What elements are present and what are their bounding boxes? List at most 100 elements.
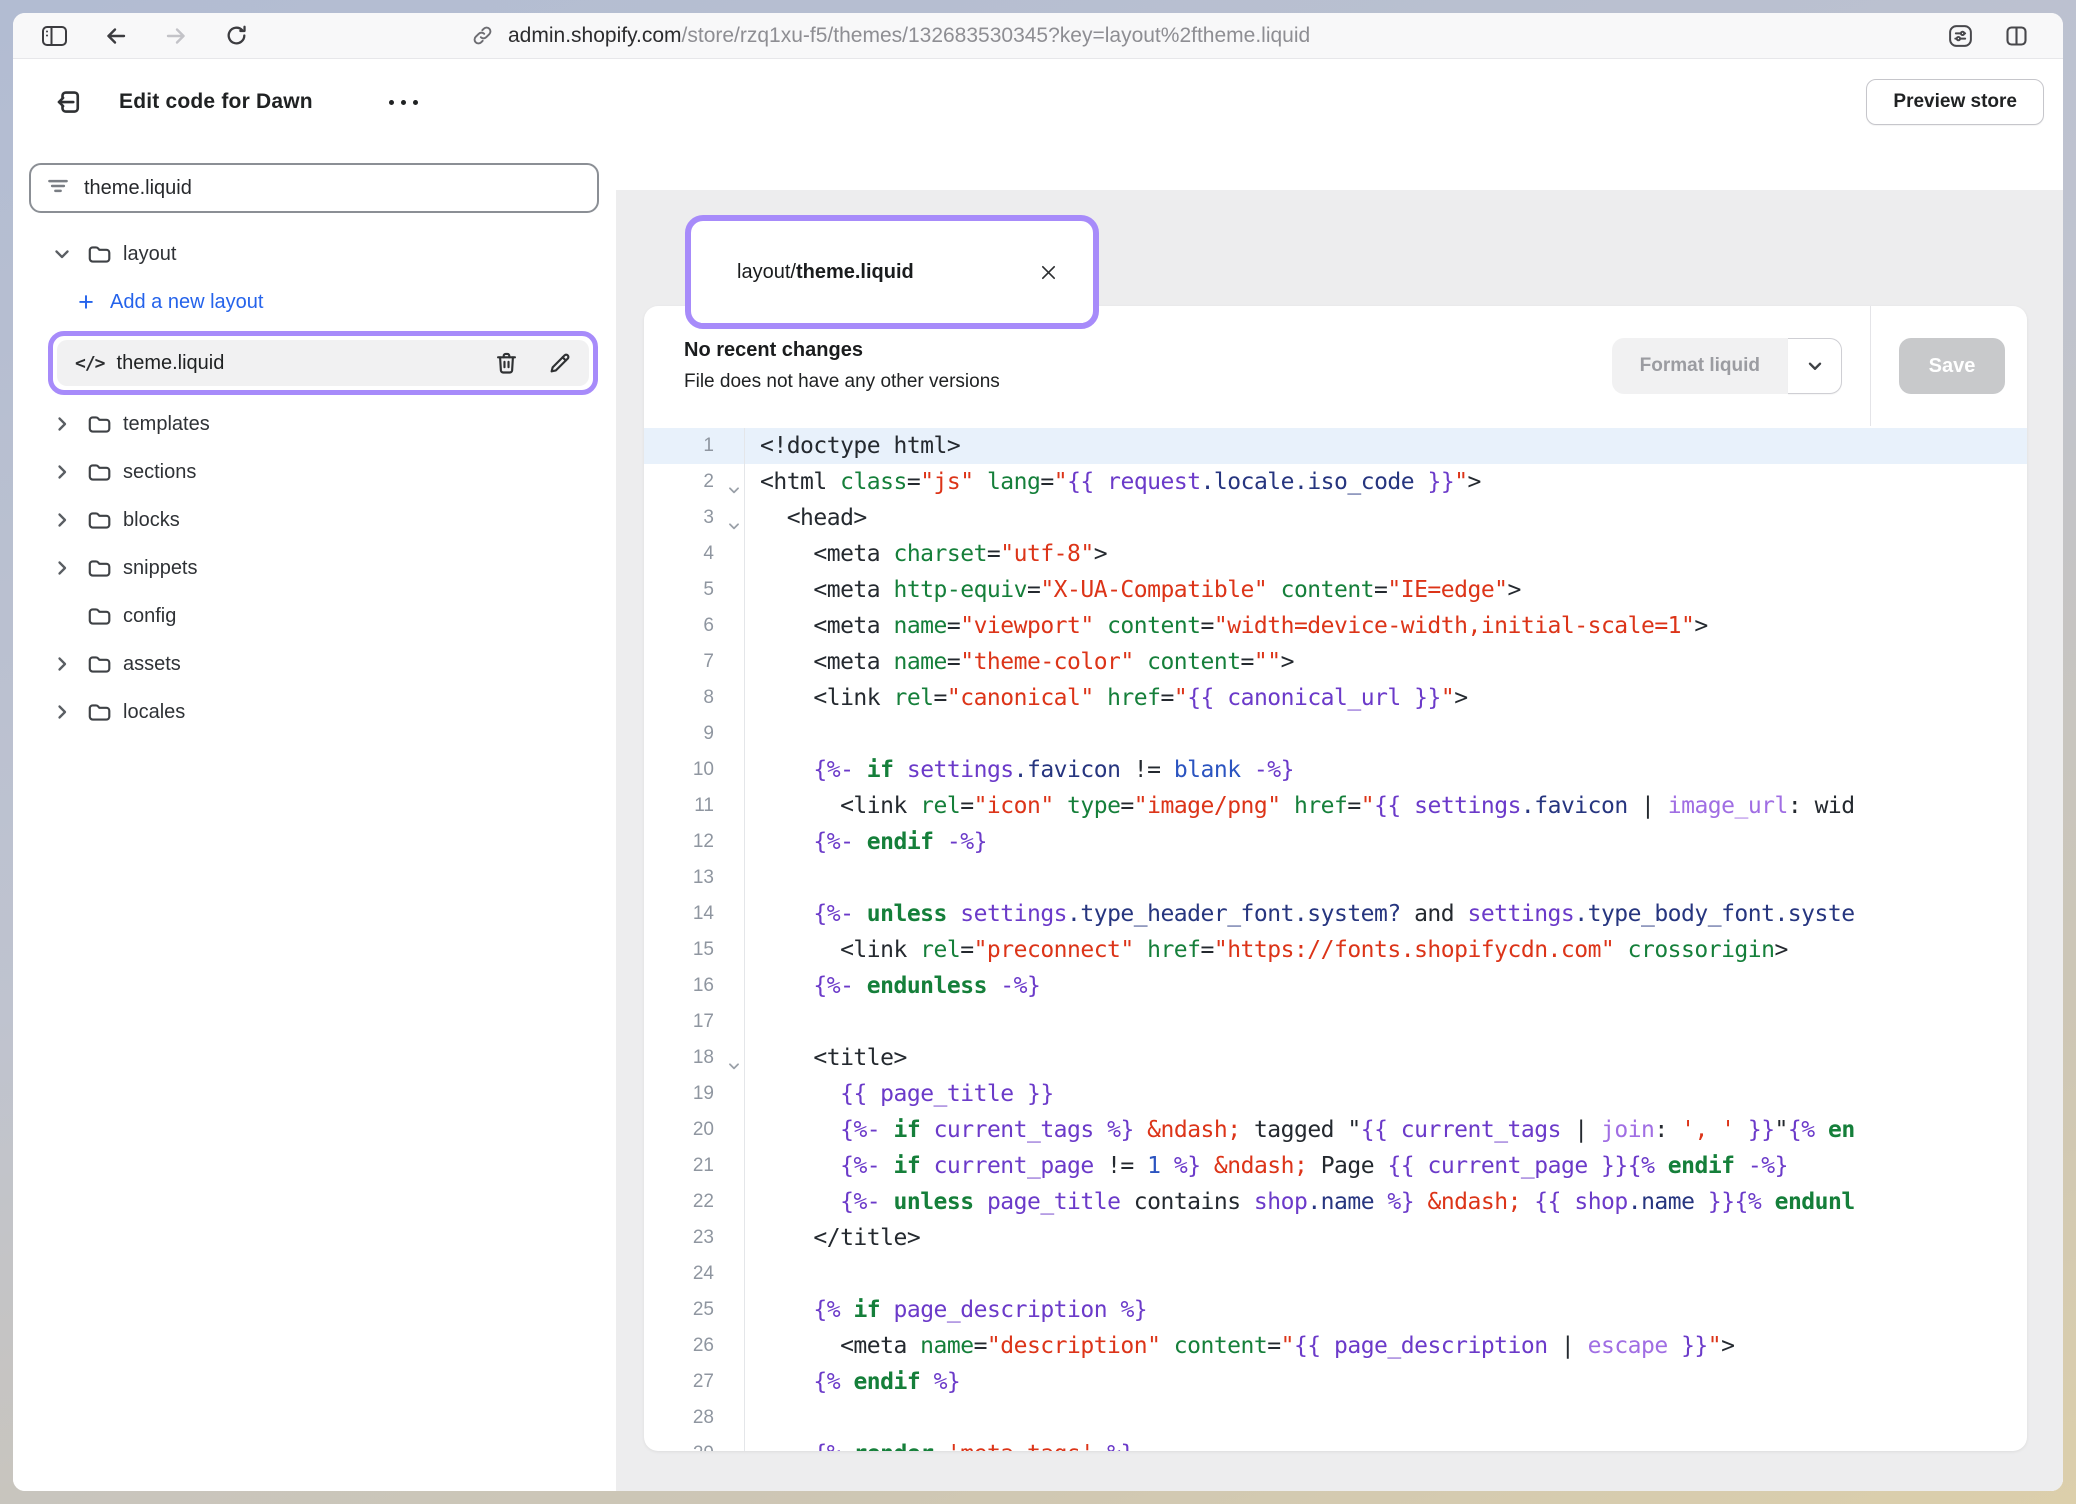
code-line-1[interactable]: 1<!doctype html> [644,428,2027,464]
code-line-23[interactable]: 23 </title> [644,1220,2027,1256]
line-number[interactable]: 7 [644,644,745,680]
delete-file-icon[interactable] [493,350,520,377]
code-line-4[interactable]: 4 <meta charset="utf-8"> [644,536,2027,572]
code-line-28[interactable]: 28 [644,1400,2027,1436]
sidebar-folder-snippets[interactable]: snippets [29,544,599,592]
line-number[interactable]: 18 [644,1040,745,1076]
address-bar[interactable]: admin.shopify.com/store/rzq1xu-f5/themes… [471,24,1310,48]
code-line-2[interactable]: 2<html class="js" lang="{{ request.local… [644,464,2027,500]
line-number[interactable]: 16 [644,968,745,1004]
sidebar-folder-config[interactable]: config [29,592,599,640]
sidebar-folder-sections[interactable]: sections [29,448,599,496]
sidebar-folder-assets[interactable]: assets [29,640,599,688]
line-number[interactable]: 21 [644,1148,745,1184]
chevron-right-icon[interactable] [49,411,75,437]
code-line-15[interactable]: 15 <link rel="preconnect" href="https://… [644,932,2027,968]
url-path: /store/rzq1xu-f5/themes/132683530345?key… [682,24,1311,47]
line-number[interactable]: 28 [644,1400,745,1436]
code-line-27[interactable]: 27 {% endif %} [644,1364,2027,1400]
split-view-icon[interactable] [2004,24,2029,48]
line-number[interactable]: 12 [644,824,745,860]
sidebar-folder-templates[interactable]: templates [29,400,599,448]
code-line-16[interactable]: 16 {%- endunless -%} [644,968,2027,1004]
browser-window: admin.shopify.com/store/rzq1xu-f5/themes… [13,13,2063,1491]
code-line-17[interactable]: 17 [644,1004,2027,1040]
line-number[interactable]: 23 [644,1220,745,1256]
line-number[interactable]: 10 [644,752,745,788]
line-number[interactable]: 5 [644,572,745,608]
close-tab-icon[interactable] [1038,262,1059,283]
code-line-25[interactable]: 25 {% if page_description %} [644,1292,2027,1328]
code-line-29[interactable]: 29 {% render 'meta-tags' %} [644,1436,2027,1451]
line-number[interactable]: 27 [644,1364,745,1400]
line-number[interactable]: 2 [644,464,745,500]
format-dropdown-button[interactable] [1788,338,1842,394]
line-number[interactable]: 20 [644,1112,745,1148]
line-number[interactable]: 24 [644,1256,745,1292]
file-tree: layout+Add a new layout </>theme.liquid te… [29,230,599,736]
code-line-19[interactable]: 19 {{ page_title }} [644,1076,2027,1112]
chevron-right-icon[interactable] [49,459,75,485]
chevron-down-icon[interactable] [49,241,75,267]
line-number[interactable]: 13 [644,860,745,896]
code-text: <head> [745,500,2027,536]
line-number[interactable]: 22 [644,1184,745,1220]
folder-icon [86,411,112,437]
folder-icon [86,603,112,629]
line-number[interactable]: 29 [644,1436,745,1451]
line-number[interactable]: 14 [644,896,745,932]
code-line-9[interactable]: 9 [644,716,2027,752]
line-number[interactable]: 3 [644,500,745,536]
line-number[interactable]: 17 [644,1004,745,1040]
code-line-24[interactable]: 24 [644,1256,2027,1292]
file-search[interactable] [29,163,599,213]
line-number[interactable]: 6 [644,608,745,644]
rename-file-icon[interactable] [546,350,573,377]
code-line-20[interactable]: 20 {%- if current_tags %} &ndash; tagged… [644,1112,2027,1148]
sidebar-folder-blocks[interactable]: blocks [29,496,599,544]
line-number[interactable]: 1 [644,428,745,464]
chevron-right-icon[interactable] [49,507,75,533]
code-line-5[interactable]: 5 <meta http-equiv="X-UA-Compatible" con… [644,572,2027,608]
line-number[interactable]: 25 [644,1292,745,1328]
code-line-8[interactable]: 8 <link rel="canonical" href="{{ canonic… [644,680,2027,716]
preview-store-button[interactable]: Preview store [1866,79,2044,125]
code-line-22[interactable]: 22 {%- unless page_title contains shop.n… [644,1184,2027,1220]
sidebar-folder-locales[interactable]: locales [29,688,599,736]
reload-icon[interactable] [224,23,249,48]
code-line-18[interactable]: 18 <title> [644,1040,2027,1076]
code-line-11[interactable]: 11 <link rel="icon" type="image/png" hre… [644,788,2027,824]
search-input[interactable] [84,177,583,200]
line-number[interactable]: 26 [644,1328,745,1364]
line-number[interactable]: 4 [644,536,745,572]
more-actions-icon[interactable] [389,100,418,105]
code-line-21[interactable]: 21 {%- if current_page != 1 %} &ndash; P… [644,1148,2027,1184]
sidebar-toggle-icon[interactable] [41,24,68,48]
line-number[interactable]: 11 [644,788,745,824]
format-liquid-button[interactable]: Format liquid [1612,338,1788,394]
sidebar-file-theme.liquid[interactable]: </>theme.liquid [57,340,589,386]
line-number[interactable]: 19 [644,1076,745,1112]
code-line-7[interactable]: 7 <meta name="theme-color" content=""> [644,644,2027,680]
line-number[interactable]: 9 [644,716,745,752]
line-number[interactable]: 8 [644,680,745,716]
code-line-14[interactable]: 14 {%- unless settings.type_header_font.… [644,896,2027,932]
chevron-right-icon[interactable] [49,555,75,581]
code-line-10[interactable]: 10 {%- if settings.favicon != blank -%} [644,752,2027,788]
code-line-3[interactable]: 3 <head> [644,500,2027,536]
sidebar-folder-layout[interactable]: layout [29,230,599,278]
code-line-13[interactable]: 13 [644,860,2027,896]
code-line-6[interactable]: 6 <meta name="viewport" content="width=d… [644,608,2027,644]
add-new-layout-button[interactable]: +Add a new layout [29,278,599,326]
exit-editor-icon[interactable] [55,87,85,117]
tab-theme-liquid[interactable]: layout/theme.liquid [701,230,1083,323]
back-icon[interactable] [104,24,128,48]
chevron-right-icon[interactable] [49,699,75,725]
line-number[interactable]: 15 [644,932,745,968]
code-line-12[interactable]: 12 {%- endif -%} [644,824,2027,860]
folder-label: snippets [123,557,198,580]
code-line-26[interactable]: 26 <meta name="description" content="{{ … [644,1328,2027,1364]
code-editor[interactable]: 1<!doctype html>2<html class="js" lang="… [644,426,2027,1451]
chevron-right-icon[interactable] [49,651,75,677]
page-settings-icon[interactable] [1947,23,1974,49]
